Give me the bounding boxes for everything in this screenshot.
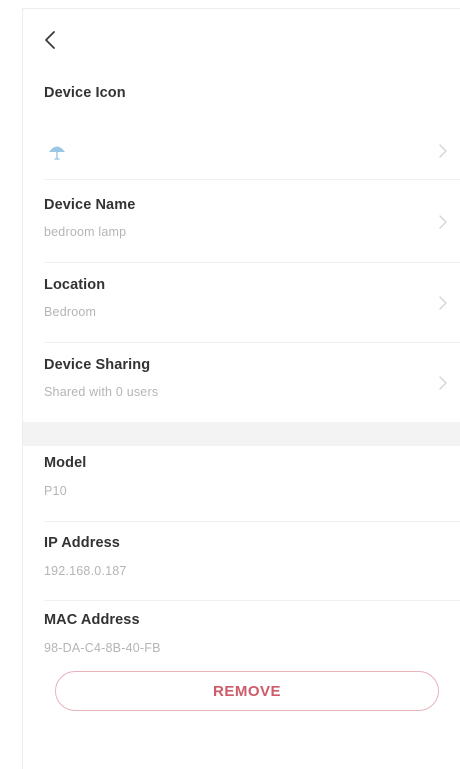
mac-address-label: MAC Address — [44, 612, 140, 628]
location-value: Bedroom — [44, 305, 97, 319]
remove-button[interactable]: REMOVE — [55, 671, 439, 711]
chevron-right-icon — [439, 215, 447, 229]
divider — [44, 600, 460, 601]
section-separator — [23, 422, 460, 446]
device-name-label: Device Name — [44, 197, 136, 213]
device-sharing-row[interactable]: Device Sharing Shared with 0 users — [23, 351, 460, 421]
model-row: Model P10 — [23, 449, 460, 519]
device-settings-screen: Device Icon Device Name bedroom lamp Loc… — [22, 8, 460, 769]
mac-address-value: 98-DA-C4-8B-40-FB — [44, 641, 161, 655]
ip-address-row: IP Address 192.168.0.187 — [23, 529, 460, 599]
chevron-right-icon — [439, 144, 447, 158]
divider — [44, 262, 460, 263]
ip-address-value: 192.168.0.187 — [44, 564, 127, 578]
lamp-icon — [44, 138, 70, 164]
device-icon-row[interactable] — [23, 127, 460, 175]
location-row[interactable]: Location Bedroom — [23, 271, 460, 341]
divider — [44, 179, 460, 180]
device-name-row[interactable]: Device Name bedroom lamp — [23, 189, 460, 259]
divider — [44, 521, 460, 522]
location-label: Location — [44, 277, 106, 293]
chevron-left-icon — [45, 31, 55, 49]
device-sharing-label: Device Sharing — [44, 357, 151, 373]
mac-address-row: MAC Address 98-DA-C4-8B-40-FB — [23, 606, 460, 676]
device-sharing-value: Shared with 0 users — [44, 385, 159, 399]
model-value: P10 — [44, 484, 67, 498]
chevron-right-icon — [439, 296, 447, 310]
ip-address-label: IP Address — [44, 535, 120, 551]
divider — [44, 342, 460, 343]
model-label: Model — [44, 455, 87, 471]
back-button[interactable] — [37, 27, 63, 53]
device-name-value: bedroom lamp — [44, 225, 127, 239]
chevron-right-icon — [439, 376, 447, 390]
device-icon-label: Device Icon — [44, 85, 126, 101]
